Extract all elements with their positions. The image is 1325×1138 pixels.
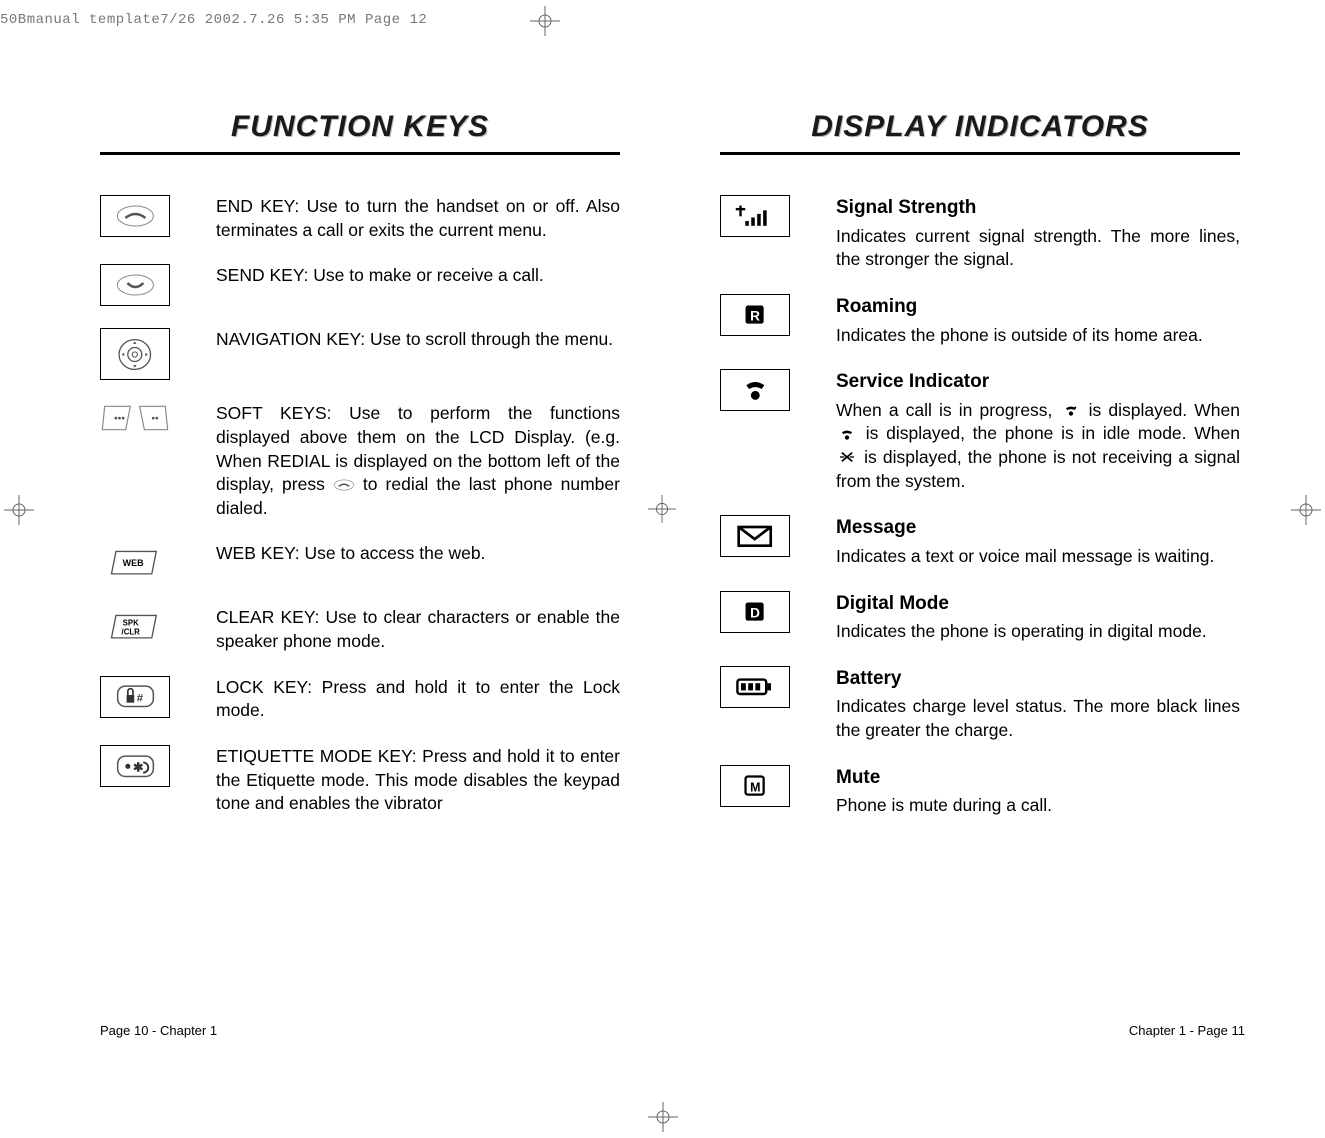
service-text-b: is displayed. When (1089, 400, 1240, 420)
battery-row: Battery Indicates charge level status. T… (720, 666, 1240, 743)
crop-mark-top (530, 6, 560, 36)
footer-right: Chapter 1 - Page 11 (1129, 1023, 1245, 1038)
nav-key-icon (100, 328, 170, 380)
message-text: Indicates a text or voice mail message i… (836, 545, 1240, 569)
svg-text:#: # (136, 693, 143, 705)
digital-row: D Digital Mode Indicates the phone is op… (720, 591, 1240, 644)
etiquette-key-icon: ✱ (100, 745, 170, 787)
no-signal-inline-icon (836, 450, 858, 464)
web-key-row: WEB WEB KEY: Use to access the web. (100, 542, 620, 584)
clear-key-icon: SPK/CLR (100, 606, 170, 648)
svg-text:✱: ✱ (132, 759, 143, 774)
roaming-text: Indicates the phone is outside of its ho… (836, 324, 1240, 348)
svg-text:R: R (750, 309, 760, 324)
display-indicators-column: DISPLAY INDICATORS Signal Strength Indic… (720, 110, 1240, 840)
send-key-row: SEND KEY: Use to make or receive a call. (100, 264, 620, 306)
signal-title: Signal Strength (836, 195, 1240, 221)
function-keys-title: FUNCTION KEYS (100, 110, 620, 155)
footer-left: Page 10 - Chapter 1 (100, 1023, 217, 1038)
svg-text:/CLR: /CLR (122, 627, 141, 636)
roaming-title: Roaming (836, 294, 1240, 320)
web-key-icon: WEB (100, 542, 170, 584)
signal-icon (720, 195, 790, 237)
service-icon (720, 369, 790, 411)
message-title: Message (836, 515, 1240, 541)
send-key-text: SEND KEY: Use to make or receive a call. (216, 264, 620, 288)
phone-inuse-inline-icon (1060, 403, 1082, 417)
redial-inline-icon (333, 478, 355, 492)
signal-block: Signal Strength Indicates current signal… (836, 195, 1240, 272)
service-text-c: is displayed, the phone is in idle mode.… (866, 423, 1240, 443)
etiquette-key-text: ETIQUETTE MODE KEY: Press and hold it to… (216, 745, 620, 816)
svg-text:D: D (750, 605, 760, 620)
display-indicators-title: DISPLAY INDICATORS (720, 110, 1240, 155)
nav-key-row: NAVIGATION KEY: Use to scroll through th… (100, 328, 620, 380)
digital-text: Indicates the phone is operating in digi… (836, 620, 1240, 644)
crop-mark-bottom (648, 1102, 678, 1132)
message-row: Message Indicates a text or voice mail m… (720, 515, 1240, 568)
signal-text: Indicates current signal strength. The m… (836, 225, 1240, 272)
end-key-row: END KEY: Use to turn the handset on or o… (100, 195, 620, 242)
roaming-block: Roaming Indicates the phone is outside o… (836, 294, 1240, 347)
soft-keys-text: SOFT KEYS: Use to perform the functions … (216, 402, 620, 520)
mute-title: Mute (836, 765, 1240, 791)
svg-text:WEB: WEB (123, 558, 144, 568)
clear-key-text: CLEAR KEY: Use to clear characters or en… (216, 606, 620, 653)
service-row: Service Indicator When a call is in prog… (720, 369, 1240, 493)
crop-mark-left (4, 495, 34, 525)
svg-text:••: •• (151, 414, 159, 425)
mute-text: Phone is mute during a call. (836, 794, 1240, 818)
digital-title: Digital Mode (836, 591, 1240, 617)
battery-title: Battery (836, 666, 1240, 692)
mute-row: M Mute Phone is mute during a call. (720, 765, 1240, 818)
function-keys-column: FUNCTION KEYS END KEY: Use to turn the h… (100, 110, 620, 840)
battery-text: Indicates charge level status. The more … (836, 695, 1240, 742)
end-key-text: END KEY: Use to turn the handset on or o… (216, 195, 620, 242)
end-key-icon (100, 195, 170, 237)
service-title: Service Indicator (836, 369, 1240, 395)
service-text: When a call is in progress, is displayed… (836, 399, 1240, 494)
soft-keys-row: ••••• SOFT KEYS: Use to perform the func… (100, 402, 620, 520)
svg-text:SPK: SPK (123, 618, 139, 627)
svg-text:M: M (750, 780, 760, 794)
send-key-icon (100, 264, 170, 306)
message-icon (720, 515, 790, 557)
message-block: Message Indicates a text or voice mail m… (836, 515, 1240, 568)
print-header: 50Bmanual template7/26 2002.7.26 5:35 PM… (0, 12, 427, 28)
phone-idle-inline-icon (836, 427, 858, 441)
etiquette-key-row: ✱ ETIQUETTE MODE KEY: Press and hold it … (100, 745, 620, 816)
digital-block: Digital Mode Indicates the phone is oper… (836, 591, 1240, 644)
mute-block: Mute Phone is mute during a call. (836, 765, 1240, 818)
lock-key-icon: # (100, 676, 170, 718)
clear-key-row: SPK/CLR CLEAR KEY: Use to clear characte… (100, 606, 620, 653)
service-block: Service Indicator When a call is in prog… (836, 369, 1240, 493)
lock-key-row: # LOCK KEY: Press and hold it to enter t… (100, 676, 620, 723)
roaming-icon: R (720, 294, 790, 336)
service-text-d: is displayed, the phone is not receiving… (836, 447, 1240, 491)
roaming-row: R Roaming Indicates the phone is outside… (720, 294, 1240, 347)
web-key-text: WEB KEY: Use to access the web. (216, 542, 620, 566)
soft-keys-icon: ••••• (100, 402, 170, 436)
battery-icon (720, 666, 790, 708)
crop-mark-right (1291, 495, 1321, 525)
digital-icon: D (720, 591, 790, 633)
service-text-a: When a call is in progress, (836, 400, 1060, 420)
mute-icon: M (720, 765, 790, 807)
battery-block: Battery Indicates charge level status. T… (836, 666, 1240, 743)
signal-row: Signal Strength Indicates current signal… (720, 195, 1240, 272)
nav-key-text: NAVIGATION KEY: Use to scroll through th… (216, 328, 620, 352)
lock-key-text: LOCK KEY: Press and hold it to enter the… (216, 676, 620, 723)
svg-text:•••: ••• (114, 414, 125, 425)
